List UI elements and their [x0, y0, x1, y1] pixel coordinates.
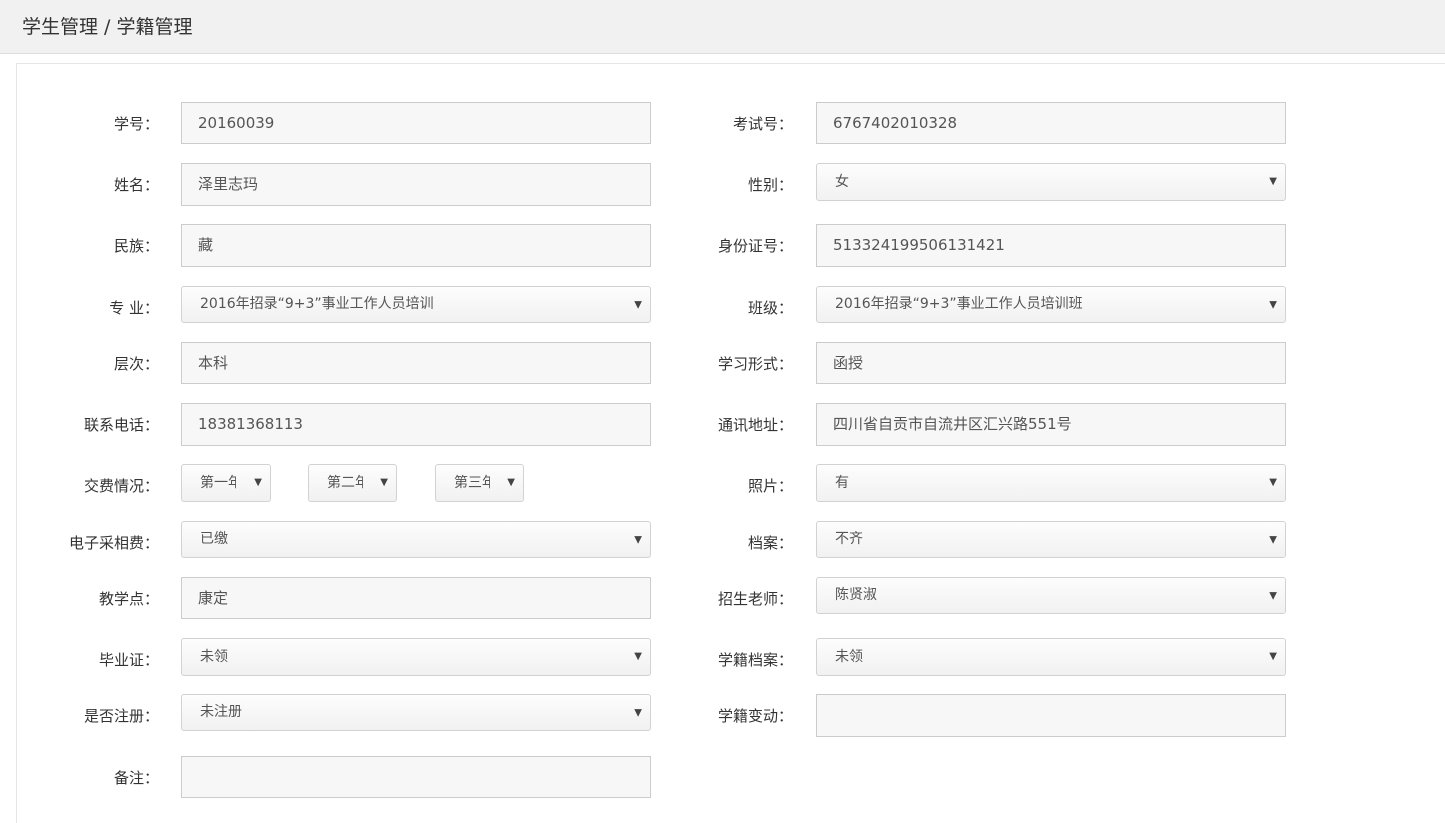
phone-field[interactable]: 18381368113	[181, 403, 651, 446]
chevron-down-icon: ▼	[1269, 651, 1277, 662]
photo-fee-value: 已缴	[200, 531, 228, 547]
breadcrumb: 学生管理 / 学籍管理	[22, 16, 193, 38]
photo-fee-select[interactable]: 已缴 ▼	[181, 521, 651, 558]
ethnicity-field[interactable]: 藏	[181, 224, 651, 267]
student-no-field[interactable]: 20160039	[181, 102, 651, 144]
fee-year3-select[interactable]: 第三年 ▼	[435, 464, 524, 502]
chevron-down-icon: ▼	[1269, 299, 1277, 310]
top-bar: 学生管理 / 学籍管理	[0, 0, 1445, 54]
id-no-field[interactable]: 513324199506131421	[816, 224, 1286, 267]
gender-select[interactable]: 女 ▼	[816, 163, 1286, 201]
status-change-label: 学籍变动：	[717, 707, 793, 725]
class-value: 2016年招录“9+3”事业工作人员培训班	[835, 296, 1083, 312]
chevron-down-icon: ▼	[634, 651, 642, 662]
remarks-field[interactable]	[181, 756, 651, 798]
fee-year1-value: 第一年	[200, 475, 236, 491]
major-value: 2016年招录“9+3”事业工作人员培训	[200, 296, 434, 312]
status-archive-select[interactable]: 未领 ▼	[816, 638, 1286, 676]
name-label: 姓名：	[113, 176, 159, 194]
recruiter-label: 招生老师：	[717, 590, 793, 608]
archive-select[interactable]: 不齐 ▼	[816, 521, 1286, 558]
fees-label: 交费情况：	[83, 477, 159, 495]
registered-select[interactable]: 未注册 ▼	[181, 694, 651, 731]
level-label: 层次：	[113, 355, 159, 373]
exam-no-field[interactable]: 6767402010328	[816, 102, 1286, 144]
fee-year3-value: 第三年	[454, 475, 490, 491]
remarks-label: 备注：	[113, 769, 159, 787]
recruiter-select[interactable]: 陈贤淑 ▼	[816, 577, 1286, 614]
chevron-down-icon: ▼	[634, 299, 642, 310]
photo-value: 有	[835, 475, 849, 491]
class-label: 班级：	[747, 299, 793, 317]
exam-no-label: 考试号：	[732, 115, 793, 133]
fee-year2-value: 第二年	[327, 475, 363, 491]
gender-value: 女	[835, 174, 849, 190]
address-label: 通讯地址：	[717, 416, 793, 434]
chevron-down-icon: ▼	[1269, 534, 1277, 545]
study-form-field[interactable]: 函授	[816, 342, 1286, 384]
chevron-down-icon: ▼	[634, 534, 642, 545]
chevron-down-icon: ▼	[507, 477, 515, 488]
photo-select[interactable]: 有 ▼	[816, 464, 1286, 502]
level-field[interactable]: 本科	[181, 342, 651, 384]
chevron-down-icon: ▼	[1269, 477, 1277, 488]
chevron-down-icon: ▼	[380, 477, 388, 488]
recruiter-value: 陈贤淑	[835, 587, 877, 603]
registered-label: 是否注册：	[83, 707, 159, 725]
registered-value: 未注册	[200, 704, 242, 720]
chevron-down-icon: ▼	[1269, 590, 1277, 601]
diploma-value: 未领	[200, 649, 228, 665]
name-field[interactable]: 泽里志玛	[181, 163, 651, 206]
teaching-site-field[interactable]: 康定	[181, 577, 651, 619]
major-select[interactable]: 2016年招录“9+3”事业工作人员培训 ▼	[181, 286, 651, 323]
diploma-label: 毕业证：	[98, 651, 159, 669]
major-label: 专 业：	[109, 299, 159, 317]
address-field[interactable]: 四川省自贡市自流井区汇兴路551号	[816, 403, 1286, 446]
status-archive-label: 学籍档案：	[717, 651, 793, 669]
study-form-label: 学习形式：	[717, 355, 793, 373]
ethnicity-label: 民族：	[113, 237, 159, 255]
status-change-field[interactable]	[816, 694, 1286, 737]
diploma-select[interactable]: 未领 ▼	[181, 638, 651, 676]
chevron-down-icon: ▼	[1269, 176, 1277, 187]
fee-year2-select[interactable]: 第二年 ▼	[308, 464, 397, 502]
status-archive-value: 未领	[835, 649, 863, 665]
chevron-down-icon: ▼	[254, 477, 262, 488]
photo-label: 照片：	[747, 477, 793, 495]
student-no-label: 学号：	[113, 115, 159, 133]
fee-year1-select[interactable]: 第一年 ▼	[181, 464, 271, 502]
gender-label: 性别：	[747, 176, 793, 194]
id-no-label: 身份证号：	[717, 237, 793, 255]
archive-value: 不齐	[835, 531, 863, 547]
teaching-site-label: 教学点：	[98, 590, 159, 608]
photo-fee-label: 电子采相费：	[68, 534, 159, 552]
archive-label: 档案：	[747, 534, 793, 552]
chevron-down-icon: ▼	[634, 707, 642, 718]
phone-label: 联系电话：	[83, 416, 159, 434]
class-select[interactable]: 2016年招录“9+3”事业工作人员培训班 ▼	[816, 286, 1286, 323]
